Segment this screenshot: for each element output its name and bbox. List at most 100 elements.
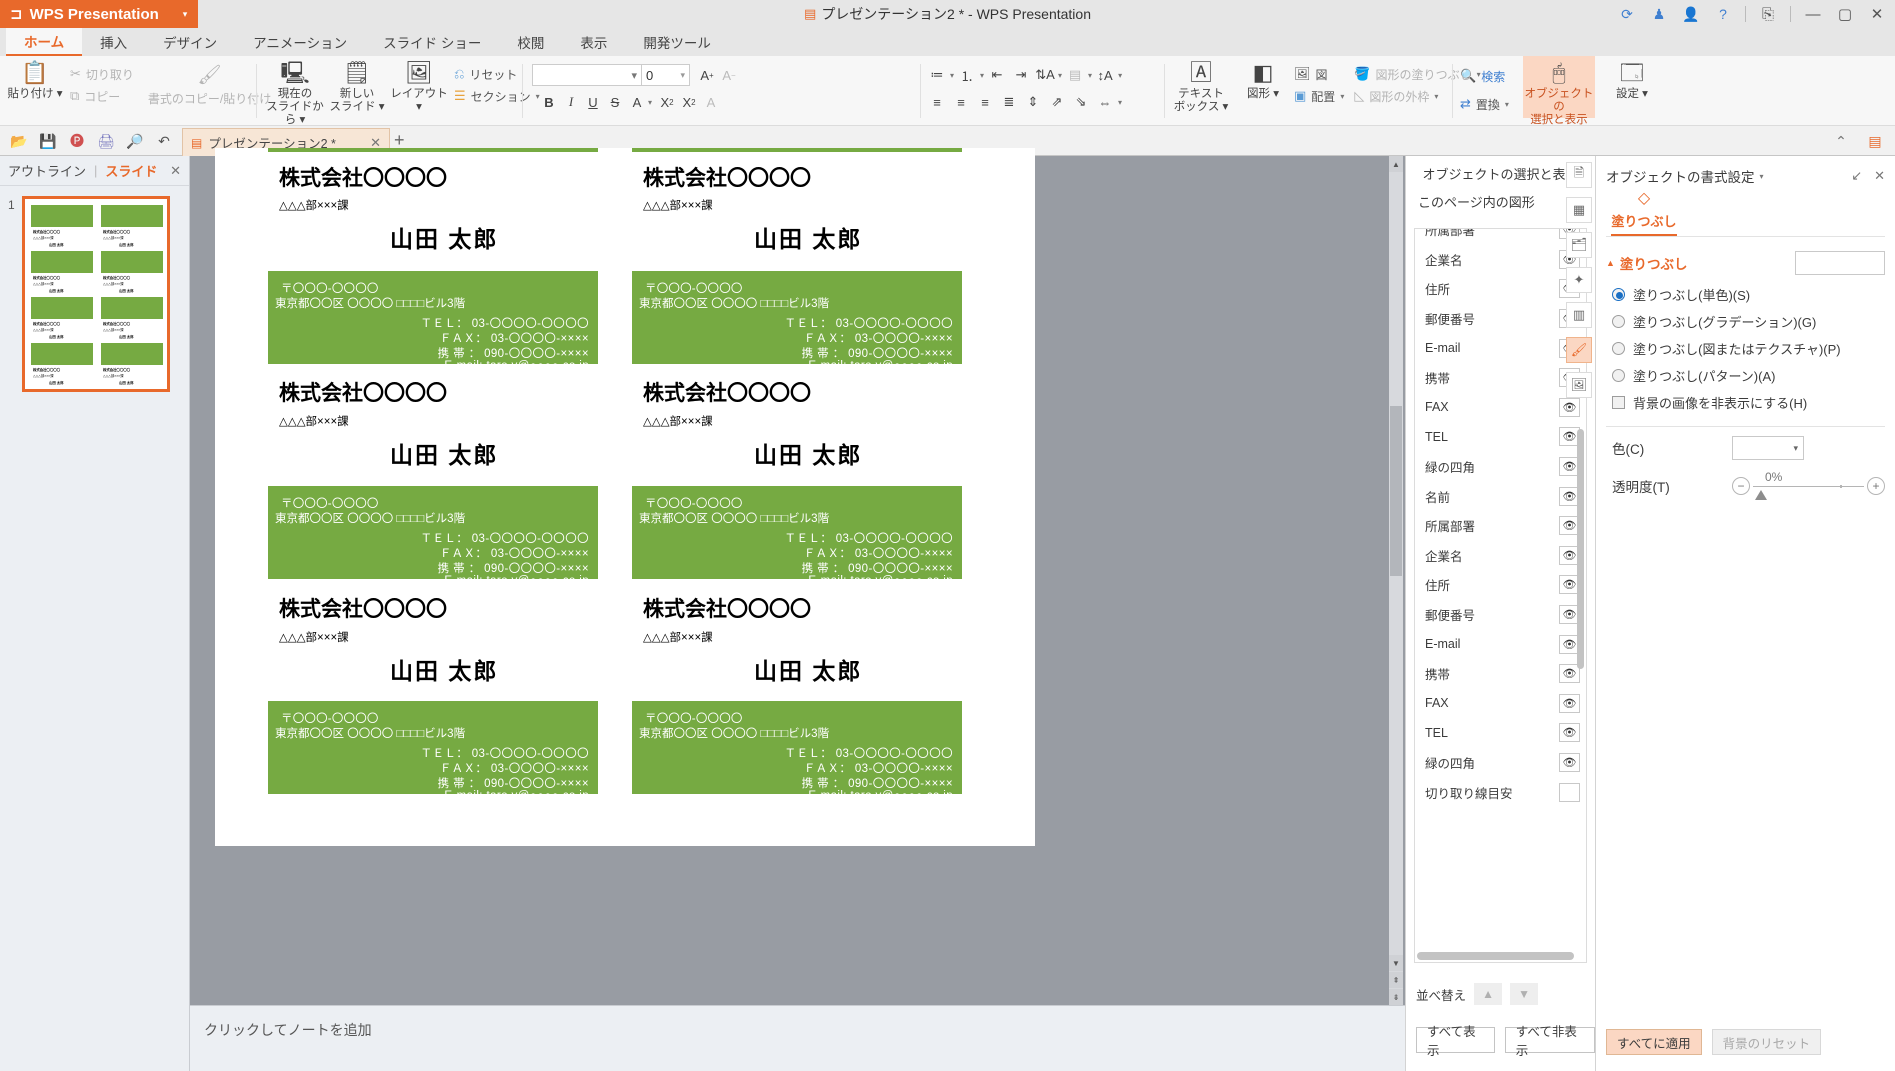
paragraph-settings-button[interactable]: ⇔: [1094, 91, 1116, 113]
notes-pane[interactable]: クリックしてノートを追加: [190, 1005, 1405, 1071]
app-menu-caret-icon[interactable]: ▾: [172, 0, 198, 28]
sync-icon[interactable]: ⟳: [1617, 4, 1637, 24]
chevron-down-icon[interactable]: ▾: [1088, 71, 1092, 80]
strikethrough-button[interactable]: S: [604, 91, 626, 113]
columns-button[interactable]: ▤: [1064, 64, 1086, 86]
department-name[interactable]: △△△部×××課: [279, 197, 349, 213]
tab-animation[interactable]: アニメーション: [235, 28, 365, 56]
list-scrollbar-thumb[interactable]: [1577, 429, 1584, 669]
align-right-button[interactable]: ≡: [974, 91, 996, 113]
paste-button[interactable]: 📋 貼り付け ▾: [6, 56, 64, 101]
justify-button[interactable]: ≣: [998, 91, 1020, 113]
close-icon[interactable]: ✕: [1867, 4, 1887, 24]
radio-picture-texture-fill[interactable]: 塗りつぶし(図またはテクスチャ)(P): [1596, 335, 1895, 362]
department-name[interactable]: △△△部×××課: [279, 413, 349, 429]
list-item[interactable]: TEL 👁: [1415, 422, 1586, 452]
list-item[interactable]: 住所👁: [1415, 274, 1586, 304]
chart-tools-icon[interactable]: ▥: [1566, 302, 1592, 328]
object-format-icon[interactable]: 🖌: [1566, 337, 1592, 363]
tab-slides[interactable]: スライド: [105, 161, 165, 180]
subscript-button[interactable]: X2: [678, 91, 700, 113]
cut-button[interactable]: ✂ 切り取り: [70, 63, 134, 85]
chevron-down-icon[interactable]: ▾: [950, 71, 954, 80]
hide-all-button[interactable]: すべて非表示: [1504, 1025, 1595, 1058]
tab-fill[interactable]: ◇ 塗りつぶし: [1606, 190, 1682, 236]
slide-design-icon[interactable]: 🗂: [1566, 232, 1592, 258]
chevron-down-icon[interactable]: ▾: [648, 98, 652, 107]
company-name[interactable]: 株式会社〇〇〇〇: [279, 377, 447, 407]
align-left-button[interactable]: ≡: [926, 91, 948, 113]
user-icon[interactable]: 👤: [1681, 4, 1701, 24]
apply-all-button[interactable]: すべてに適用: [1606, 1029, 1702, 1055]
maximize-icon[interactable]: ▢: [1835, 4, 1855, 24]
list-item[interactable]: FAX 👁: [1415, 689, 1586, 719]
shirt-icon[interactable]: ♟: [1649, 4, 1669, 24]
department-name[interactable]: △△△部×××課: [279, 629, 349, 645]
business-card-block[interactable]: 〒〇〇〇-〇〇〇〇 東京都〇〇区 〇〇〇〇 □□□□ビル3階 ＴＥＬ： 03-〇…: [268, 271, 598, 372]
increase-indent-button[interactable]: ⇥: [1010, 64, 1032, 86]
reset-button[interactable]: ⎌ リセット: [454, 63, 540, 85]
chevron-down-icon[interactable]: ▾: [980, 71, 984, 80]
save-icon[interactable]: 💾: [38, 131, 58, 151]
document-properties-icon[interactable]: 🗎: [1566, 162, 1592, 188]
chevron-down-icon[interactable]: ▾: [1760, 172, 1764, 181]
person-name[interactable]: 山田 太郎: [390, 652, 498, 686]
tab-developer[interactable]: 開発ツール: [625, 28, 729, 56]
arrange-button[interactable]: ▣ 配置 ▾: [1294, 85, 1344, 107]
list-item[interactable]: 所属部署👁: [1415, 229, 1586, 245]
company-name[interactable]: 株式会社〇〇〇〇: [279, 593, 447, 623]
open-icon[interactable]: 📂: [9, 131, 29, 151]
slide-canvas[interactable]: 株式会社〇〇〇〇 株式会社〇〇〇〇 △△△部×××課 △△△部×××課 山田 太…: [215, 148, 1035, 846]
shrink-font-button[interactable]: A −: [718, 64, 740, 86]
visibility-eye-icon[interactable]: 👁: [1559, 782, 1580, 802]
tab-review[interactable]: 校閲: [499, 28, 562, 56]
show-all-button[interactable]: すべて表示: [1416, 1025, 1495, 1058]
department-name[interactable]: △△△部×××課: [643, 629, 713, 645]
person-name[interactable]: 山田 太郎: [390, 436, 498, 470]
list-item[interactable]: 切り取り線目安 👁: [1415, 777, 1586, 807]
list-item[interactable]: FAX 👁: [1415, 393, 1586, 423]
shapes-button[interactable]: ◧ 図形 ▾: [1234, 56, 1292, 101]
business-card-block[interactable]: 〒〇〇〇-〇〇〇〇 東京都〇〇区 〇〇〇〇 □□□□ビル3階 ＴＥＬ： 03-〇…: [632, 486, 962, 587]
previous-slide-icon[interactable]: ⇞: [1389, 972, 1403, 988]
new-slide-button[interactable]: 🗒 新しい スライド ▾: [328, 56, 386, 114]
underline-button[interactable]: U: [582, 91, 604, 113]
business-card-block[interactable]: 〒〇〇〇-〇〇〇〇 東京都〇〇区 〇〇〇〇 □□□□ビル3階 ＴＥＬ： 03-〇…: [268, 486, 598, 587]
object-list[interactable]: 所属部署👁 企業名👁 住所👁 郵便番号👁 E-mail👁 携帯👁 FAX👁 TE…: [1414, 228, 1587, 963]
business-card-block[interactable]: 〒〇〇〇-〇〇〇〇 東京都〇〇区 〇〇〇〇 □□□□ビル3階 ＴＥＬ： 03-〇…: [268, 701, 598, 802]
decrease-icon[interactable]: −: [1732, 477, 1750, 495]
tab-home[interactable]: ホーム: [6, 28, 83, 56]
tab-outline[interactable]: アウトライン: [8, 161, 94, 180]
list-item[interactable]: 住所👁: [1415, 570, 1586, 600]
distribute-button[interactable]: ⇕: [1022, 91, 1044, 113]
list-item[interactable]: 所属部署👁: [1415, 511, 1586, 541]
business-card-block[interactable]: [632, 148, 962, 152]
visibility-eye-icon[interactable]: 👁: [1559, 693, 1580, 713]
list-item[interactable]: 企業名 👁: [1415, 541, 1586, 571]
chevron-down-icon[interactable]: ▾: [1118, 71, 1122, 80]
list-horizontal-scrollbar[interactable]: [1417, 952, 1574, 960]
visibility-eye-icon[interactable]: 👁: [1559, 723, 1580, 743]
list-item[interactable]: E-mail👁: [1415, 333, 1586, 363]
format-painter-button[interactable]: 書式のコピー/貼り付け: [148, 87, 271, 109]
print-icon[interactable]: 🖨: [96, 131, 116, 151]
superscript-button[interactable]: X2: [656, 91, 678, 113]
from-current-slide-button[interactable]: 🖳 現在の スライドから ▾: [266, 56, 324, 128]
transparency-slider[interactable]: − 0% +: [1732, 470, 1885, 500]
selection-pane-button[interactable]: 🖱 オブジェクトの 選択と表示: [1522, 56, 1595, 126]
minimize-icon[interactable]: —: [1803, 4, 1823, 24]
radio-solid-fill[interactable]: 塗りつぶし(単色)(S): [1596, 281, 1895, 308]
bullet-list-button[interactable]: ≔: [926, 64, 948, 86]
collapse-ribbon-icon[interactable]: ⌃: [1831, 131, 1851, 151]
slide-thumbnail-1[interactable]: 株式会社〇〇〇〇 株式会社〇〇〇〇 △△△部×××課 △△△部×××課 山田 太…: [22, 196, 170, 392]
color-picker[interactable]: ▾: [1732, 436, 1804, 460]
replace-button[interactable]: ⇄ 置換 ▾: [1460, 93, 1509, 115]
business-card-block[interactable]: [268, 148, 598, 152]
person-name[interactable]: 山田 太郎: [754, 436, 862, 470]
business-card-block[interactable]: 〒〇〇〇-〇〇〇〇 東京都〇〇区 〇〇〇〇 □□□□ビル3階 ＴＥＬ： 03-〇…: [632, 701, 962, 802]
list-item[interactable]: TEL 👁: [1415, 718, 1586, 748]
align-text-button[interactable]: ↕A: [1094, 64, 1116, 86]
textbox-button[interactable]: 🄰 テキスト ボックス ▾: [1172, 56, 1230, 114]
decrease-indent-button[interactable]: ⇤: [986, 64, 1008, 86]
clear-formatting-button[interactable]: A: [700, 91, 722, 113]
